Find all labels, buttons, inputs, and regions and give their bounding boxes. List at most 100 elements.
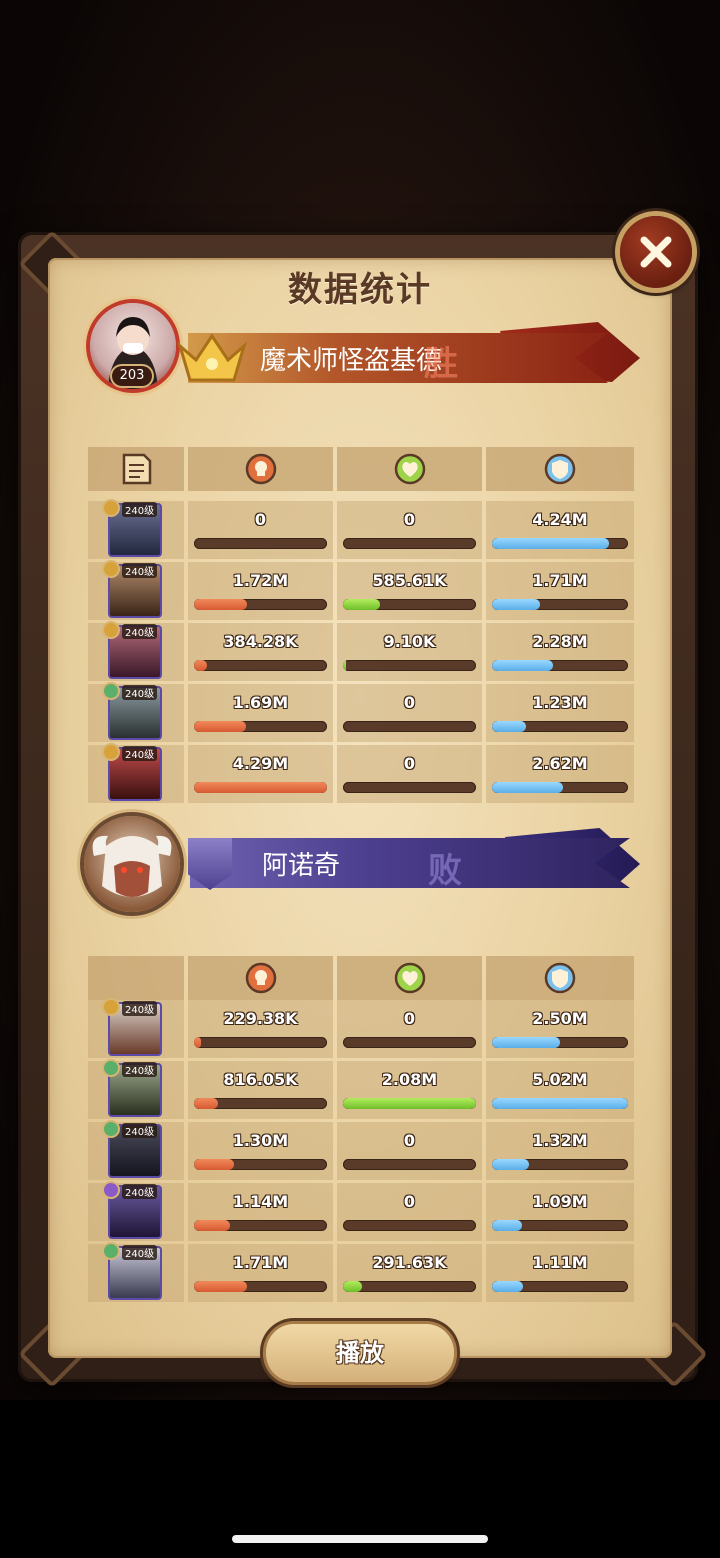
faction-icon <box>104 1000 118 1014</box>
heal-bar <box>343 1159 476 1170</box>
defense-value: 4.24M <box>532 510 588 529</box>
scroll-icon <box>122 453 152 485</box>
hero-level: 240级 <box>122 746 158 761</box>
damage-value: 1.72M <box>232 571 289 590</box>
opponent-name: 阿诺奇 <box>262 850 341 881</box>
table-row[interactable]: 240级 1.30M 0 1.32M <box>88 1122 634 1180</box>
table-row[interactable]: 240级 4.29M 0 2.62M <box>88 745 634 803</box>
faction-icon <box>104 1183 118 1197</box>
hero-level: 240级 <box>122 1245 158 1260</box>
heal-bar <box>343 599 476 610</box>
table-row[interactable]: 240级 1.69M 0 1.23M <box>88 684 634 742</box>
heal-bar <box>343 538 476 549</box>
damage-value: 1.69M <box>232 693 289 712</box>
heal-value: 0 <box>403 510 416 529</box>
damage-value: 816.05K <box>223 1070 298 1089</box>
damage-value: 1.30M <box>232 1131 289 1150</box>
page-title: 数据统计 <box>288 270 432 310</box>
heal-value: 291.63K <box>372 1253 447 1272</box>
hero-level: 240级 <box>122 502 158 517</box>
damage-bar <box>194 1281 327 1292</box>
defense-value: 1.23M <box>532 693 588 712</box>
defense-bar <box>492 1281 628 1292</box>
defense-bar <box>492 1098 628 1109</box>
damage-bar <box>194 1220 327 1231</box>
heal-value: 0 <box>403 754 416 773</box>
table-header <box>88 956 634 1000</box>
defense-bar <box>492 1037 628 1048</box>
table-row[interactable]: 240级 816.05K 2.08M 5.02M <box>88 1061 634 1119</box>
damage-bar <box>194 1037 327 1048</box>
table-row[interactable]: 240级 1.71M 291.63K 1.11M <box>88 1244 634 1302</box>
heal-icon <box>394 962 425 994</box>
heal-bar <box>343 1098 476 1109</box>
heal-bar <box>343 721 476 732</box>
victory-crown-icon <box>177 333 247 382</box>
lose-mark: 败 <box>428 851 462 891</box>
defense-bar <box>492 599 628 610</box>
hero-level: 240级 <box>122 685 158 700</box>
heal-bar <box>343 660 476 671</box>
table-row[interactable]: 240级 0 0 4.24M <box>88 501 634 559</box>
table-row[interactable]: 240级 384.28K 9.10K 2.28M <box>88 623 634 681</box>
hero-level: 240级 <box>122 1184 158 1199</box>
defense-value: 1.32M <box>532 1131 588 1150</box>
heal-value: 9.10K <box>383 632 436 651</box>
damage-value: 4.29M <box>232 754 289 773</box>
loser-banner: 阿诺奇 <box>190 838 630 888</box>
damage-icon <box>245 962 276 994</box>
damage-bar <box>194 599 327 610</box>
heal-value: 585.61K <box>372 571 447 590</box>
table-row[interactable]: 240级 1.72M 585.61K 1.71M <box>88 562 634 620</box>
defense-value: 2.28M <box>532 632 588 651</box>
faction-icon <box>104 1061 118 1075</box>
defense-bar <box>492 660 628 671</box>
heal-bar <box>343 1037 476 1048</box>
winner-name: 魔术师怪盗基德 <box>260 345 443 376</box>
heal-value: 0 <box>403 1131 416 1150</box>
defense-value: 5.02M <box>532 1070 588 1089</box>
damage-value: 1.71M <box>232 1253 289 1272</box>
player-level-badge: 203 <box>112 366 152 386</box>
defense-value: 2.50M <box>532 1009 588 1028</box>
win-mark: 胜 <box>424 344 458 384</box>
defense-icon <box>544 962 576 994</box>
defense-bar <box>492 1159 628 1170</box>
table-row[interactable]: 240级 1.14M 0 1.09M <box>88 1183 634 1241</box>
defense-bar <box>492 782 628 793</box>
defense-value: 1.11M <box>532 1253 588 1272</box>
faction-icon <box>104 562 118 576</box>
damage-bar <box>194 1098 327 1109</box>
defense-value: 1.71M <box>532 571 588 590</box>
heal-value: 0 <box>403 1192 416 1211</box>
damage-bar <box>194 660 327 671</box>
home-indicator[interactable] <box>232 1535 488 1543</box>
defense-icon <box>544 453 576 485</box>
hero-level: 240级 <box>122 624 158 639</box>
damage-bar <box>194 782 327 793</box>
damage-icon <box>245 453 276 485</box>
heal-value: 0 <box>403 693 416 712</box>
faction-icon <box>104 1244 118 1258</box>
damage-value: 384.28K <box>223 632 298 651</box>
defense-value: 1.09M <box>532 1192 588 1211</box>
heal-value: 0 <box>403 1009 416 1028</box>
hero-level: 240级 <box>122 1001 158 1016</box>
hero-level: 240级 <box>122 1062 158 1077</box>
heal-icon <box>394 453 425 485</box>
heal-bar <box>343 782 476 793</box>
damage-value: 229.38K <box>223 1009 298 1028</box>
faction-icon <box>104 745 118 759</box>
faction-icon <box>104 684 118 698</box>
faction-icon <box>104 1122 118 1136</box>
faction-icon <box>104 623 118 637</box>
damage-value: 1.14M <box>232 1192 289 1211</box>
table-row[interactable]: 240级 229.38K 0 2.50M <box>88 1000 634 1058</box>
opponent-avatar[interactable] <box>84 816 180 912</box>
damage-bar <box>194 1159 327 1170</box>
hero-level: 240级 <box>122 563 158 578</box>
play-button[interactable]: 播放 <box>266 1324 454 1382</box>
faction-icon <box>104 501 118 515</box>
defense-value: 2.62M <box>532 754 588 773</box>
defense-bar <box>492 721 628 732</box>
